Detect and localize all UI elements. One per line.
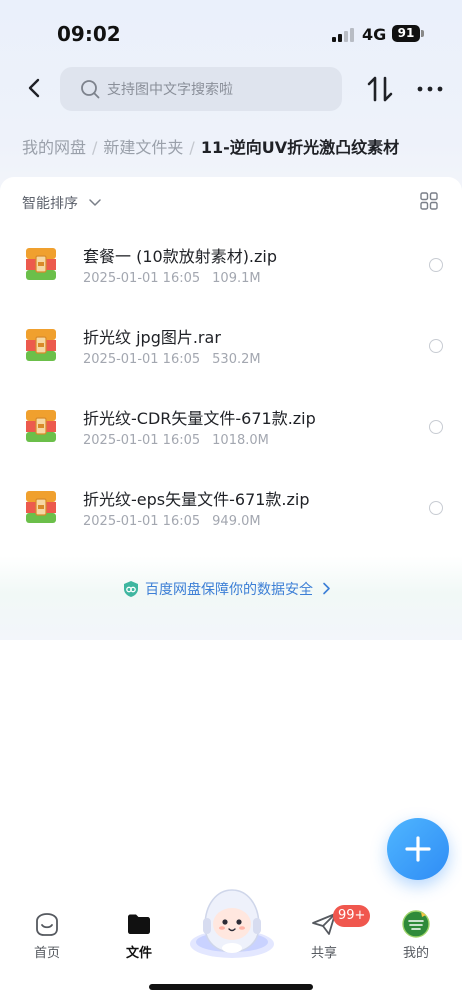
file-row[interactable]: 折光纹-eps矢量文件-671款.zip 2025-01-01 16:05 949…	[0, 476, 462, 556]
chevron-right-icon[interactable]	[322, 582, 331, 595]
file-meta: 2025-01-01 16:05 530.2M	[83, 352, 261, 367]
file-name: 折光纹-eps矢量文件-671款.zip	[83, 490, 310, 509]
sort-mode-label[interactable]: 智能排序	[22, 193, 78, 213]
breadcrumb-separator: /	[189, 138, 195, 157]
file-meta: 2025-01-01 16:05 1018.0M	[83, 433, 269, 448]
tab-files[interactable]: 文件	[109, 906, 169, 966]
archive-file-icon	[26, 410, 56, 442]
select-radio[interactable]	[429, 501, 443, 515]
chevron-left-icon	[28, 78, 40, 98]
home-face-icon	[36, 913, 58, 936]
share-badge: 99+	[333, 905, 371, 927]
file-row[interactable]: 套餐一 (10款放射素材).zip 2025-01-01 16:05 109.1M	[0, 233, 462, 313]
file-size: 109.1M	[212, 271, 261, 286]
file-date: 2025-01-01 16:05	[83, 433, 201, 448]
network-label: 4G	[362, 25, 387, 44]
battery-tip	[421, 30, 424, 37]
file-size: 1018.0M	[212, 433, 269, 448]
plus-icon	[405, 836, 431, 862]
chevron-down-icon[interactable]	[89, 197, 101, 207]
tab-home-label: 首页	[33, 946, 60, 961]
search-input[interactable]: 支持图中文字搜索啦	[60, 67, 342, 111]
file-size: 530.2M	[212, 352, 261, 367]
archive-file-icon	[26, 248, 56, 280]
breadcrumb-separator: /	[92, 138, 98, 157]
shield-icon	[124, 581, 138, 597]
mascot-icon[interactable]	[189, 884, 275, 960]
file-date: 2025-01-01 16:05	[83, 514, 201, 529]
search-placeholder: 支持图中文字搜索啦	[107, 82, 233, 98]
file-row[interactable]: 折光纹-CDR矢量文件-671款.zip 2025-01-01 16:05 101…	[0, 395, 462, 475]
file-meta: 2025-01-01 16:05 949.0M	[83, 514, 261, 529]
archive-file-icon	[26, 329, 56, 361]
archive-file-icon	[26, 491, 56, 523]
file-meta: 2025-01-01 16:05 109.1M	[83, 271, 261, 286]
tab-profile-label: 我的	[402, 946, 429, 961]
folder-icon	[128, 914, 150, 934]
breadcrumb: 我的网盘 / 新建文件夹 / 11-逆向UV折光激凸纹素材	[22, 134, 399, 158]
more-button[interactable]	[416, 80, 444, 98]
select-radio[interactable]	[429, 339, 443, 353]
status-bar: 09:02 4G 91	[0, 0, 462, 66]
grid-view-icon[interactable]	[420, 192, 438, 210]
safety-link[interactable]: 百度网盘保障你的数据安全	[145, 579, 313, 599]
sort-arrows-icon	[367, 76, 393, 102]
file-name: 套餐一 (10款放射素材).zip	[83, 247, 278, 266]
status-time: 09:02	[57, 22, 121, 46]
file-size: 949.0M	[212, 514, 261, 529]
back-button[interactable]	[18, 72, 50, 104]
select-radio[interactable]	[429, 420, 443, 434]
file-date: 2025-01-01 16:05	[83, 352, 201, 367]
more-dots-icon	[417, 86, 443, 92]
file-row[interactable]: 折光纹 jpg图片.rar 2025-01-01 16:05 530.2M	[0, 314, 462, 394]
file-name: 折光纹 jpg图片.rar	[83, 328, 221, 347]
breadcrumb-item-root[interactable]: 我的网盘	[22, 138, 86, 157]
file-name: 折光纹-CDR矢量文件-671款.zip	[83, 409, 316, 428]
battery-icon: 91	[392, 25, 420, 42]
tab-home[interactable]: 首页	[17, 906, 77, 966]
breadcrumb-item-folder[interactable]: 新建文件夹	[103, 138, 183, 157]
home-indicator	[149, 984, 313, 990]
file-date: 2025-01-01 16:05	[83, 271, 201, 286]
sort-button[interactable]	[366, 74, 394, 104]
tab-files-label: 文件	[125, 946, 152, 961]
search-icon	[81, 80, 100, 99]
tab-profile[interactable]: 我的	[386, 906, 446, 966]
add-button[interactable]	[387, 818, 449, 880]
tab-share-label: 共享	[310, 946, 337, 961]
select-radio[interactable]	[429, 258, 443, 272]
avatar	[402, 910, 430, 938]
signal-icon	[332, 28, 356, 42]
breadcrumb-current: 11-逆向UV折光激凸纹素材	[200, 138, 400, 157]
